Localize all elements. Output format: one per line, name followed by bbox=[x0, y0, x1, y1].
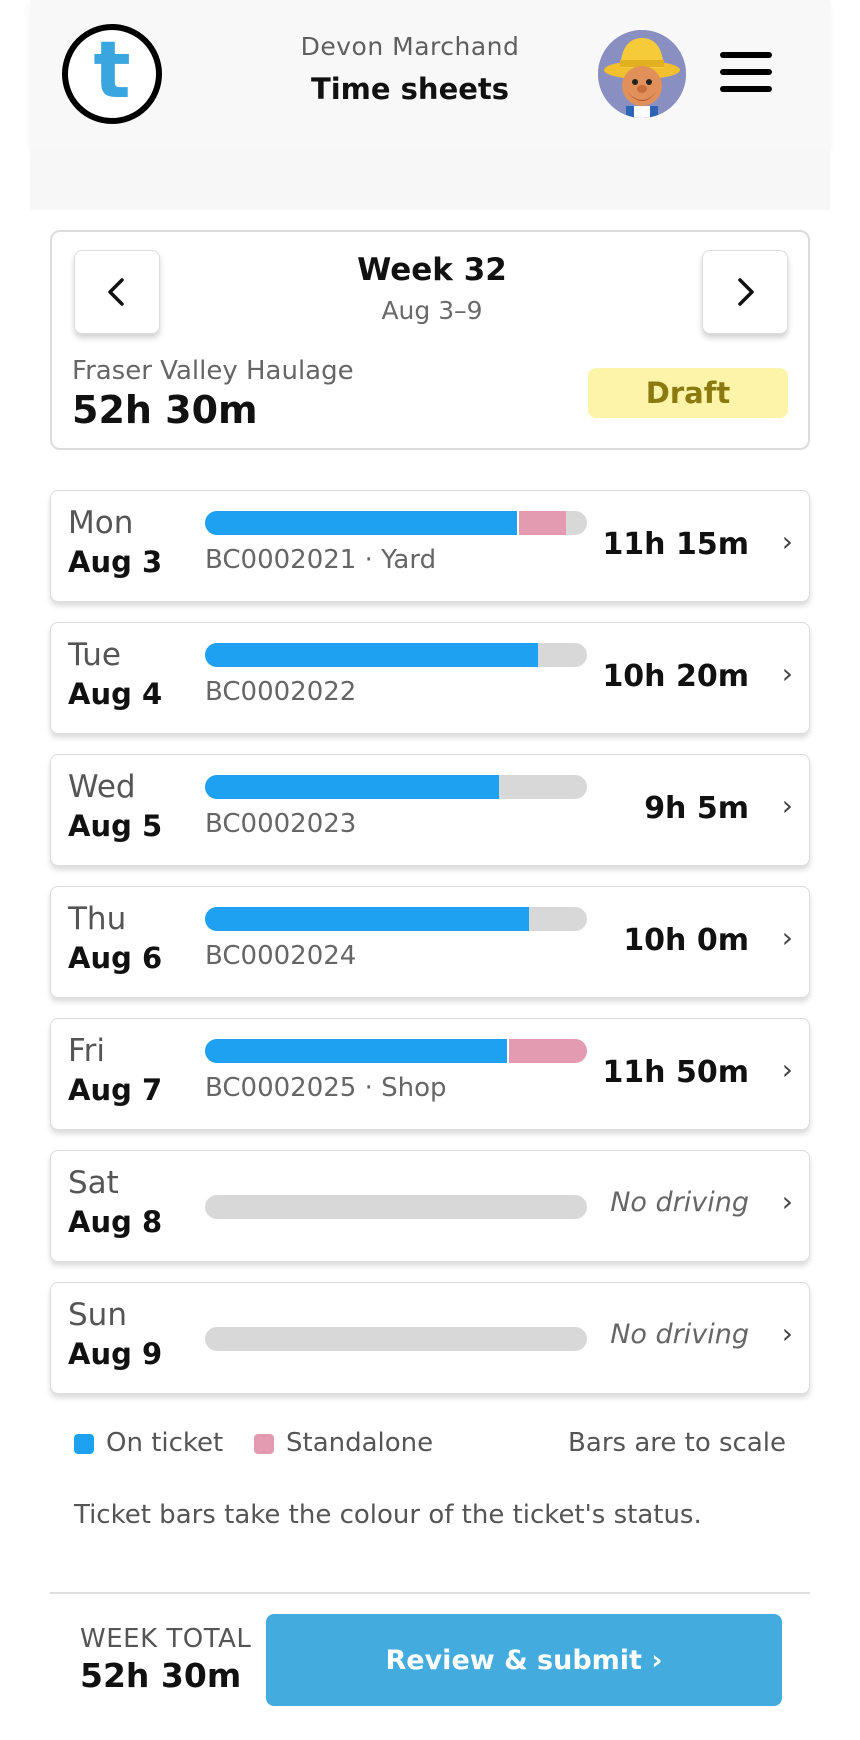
standalone-swatch bbox=[254, 1433, 274, 1454]
menu-button[interactable] bbox=[720, 52, 772, 92]
day-hours: 10h 20m bbox=[602, 659, 749, 694]
app-logo[interactable]: t bbox=[62, 24, 162, 124]
legend-label: On ticket bbox=[106, 1428, 224, 1458]
day-name: Sat bbox=[68, 1165, 119, 1201]
day-hours: 9h 5m bbox=[644, 791, 749, 826]
legend-label: Standalone bbox=[286, 1428, 434, 1458]
app-header: t Devon Marchand Time sheets bbox=[30, 0, 830, 148]
legend-scale-note: Bars are to scale bbox=[568, 1428, 786, 1458]
avatar[interactable] bbox=[598, 30, 686, 118]
ticket-reference: BC0002025 · Shop bbox=[205, 1073, 447, 1103]
review-submit-button[interactable]: Review & submit › bbox=[266, 1614, 782, 1706]
hours-bar bbox=[205, 1039, 587, 1063]
day-name: Sun bbox=[68, 1297, 127, 1333]
legend: On ticket Standalone Bars are to scale bbox=[74, 1428, 794, 1468]
legend-caption: Ticket bars take the colour of the ticke… bbox=[74, 1500, 702, 1530]
week-total-value: 52h 30m bbox=[80, 1656, 242, 1695]
chevron-right-icon: › bbox=[781, 921, 793, 954]
ticket-reference: BC0002022 bbox=[205, 677, 357, 707]
chevron-left-icon bbox=[108, 278, 124, 306]
on-ticket-segment bbox=[205, 643, 538, 667]
day-hours: 10h 0m bbox=[623, 923, 749, 958]
day-hours: 11h 50m bbox=[602, 1055, 749, 1090]
day-date: Aug 4 bbox=[68, 677, 163, 711]
chevron-right-icon: › bbox=[781, 789, 793, 822]
day-row-wed[interactable]: Wed Aug 5 BC0002023 9h 5m › bbox=[50, 754, 810, 866]
on-ticket-segment bbox=[205, 511, 518, 535]
week-range: Aug 3–9 bbox=[381, 296, 483, 325]
user-name: Devon Marchand bbox=[300, 32, 520, 61]
day-date: Aug 8 bbox=[68, 1205, 163, 1239]
day-date: Aug 9 bbox=[68, 1337, 163, 1371]
day-date: Aug 7 bbox=[68, 1073, 163, 1107]
day-date: Aug 6 bbox=[68, 941, 163, 975]
chevron-right-icon: › bbox=[781, 1053, 793, 1086]
divider bbox=[50, 1592, 810, 1594]
hours-bar bbox=[205, 907, 587, 931]
hours-bar bbox=[205, 1195, 587, 1219]
ticket-reference: BC0002021 · Yard bbox=[205, 545, 437, 575]
day-row-mon[interactable]: Mon Aug 3 BC0002021 · Yard 11h 15m › bbox=[50, 490, 810, 602]
no-driving-label: No driving bbox=[610, 1319, 749, 1350]
day-row-thu[interactable]: Thu Aug 6 BC0002024 10h 0m › bbox=[50, 886, 810, 998]
logo-letter: t bbox=[93, 26, 131, 116]
chevron-right-icon: › bbox=[781, 1317, 793, 1350]
previous-week-button[interactable] bbox=[74, 250, 160, 334]
chevron-right-icon bbox=[738, 278, 754, 306]
status-badge: Draft bbox=[588, 368, 788, 418]
on-ticket-segment bbox=[205, 775, 500, 799]
day-date: Aug 5 bbox=[68, 809, 163, 843]
day-name: Tue bbox=[68, 637, 121, 673]
week-summary-card: Week 32 Aug 3–9 Fraser Valley Haulage 52… bbox=[50, 230, 810, 450]
legend-standalone: Standalone bbox=[254, 1428, 433, 1458]
week-total-label: WEEK TOTAL bbox=[80, 1624, 252, 1654]
next-week-button[interactable] bbox=[702, 250, 788, 334]
day-name: Thu bbox=[68, 901, 127, 937]
header-band bbox=[30, 148, 830, 210]
day-row-fri[interactable]: Fri Aug 7 BC0002025 · Shop 11h 50m › bbox=[50, 1018, 810, 1130]
chevron-right-icon: › bbox=[781, 657, 793, 690]
ticket-reference: BC0002023 bbox=[205, 809, 357, 839]
day-row-sun[interactable]: Sun Aug 9 No driving › bbox=[50, 1282, 810, 1394]
week-title: Week 32 bbox=[357, 252, 507, 288]
chevron-right-icon: › bbox=[781, 525, 793, 558]
day-name: Fri bbox=[68, 1033, 105, 1069]
standalone-segment bbox=[506, 1039, 587, 1063]
legend-on-ticket: On ticket bbox=[74, 1428, 223, 1458]
hamburger-icon bbox=[720, 52, 772, 58]
week-total-hours: 52h 30m bbox=[72, 388, 258, 432]
day-row-sat[interactable]: Sat Aug 8 No driving › bbox=[50, 1150, 810, 1262]
hours-bar bbox=[205, 643, 587, 667]
no-driving-label: No driving bbox=[610, 1187, 749, 1218]
hours-bar bbox=[205, 511, 587, 535]
on-ticket-swatch bbox=[74, 1433, 94, 1454]
chevron-right-icon: › bbox=[781, 1185, 793, 1218]
day-date: Aug 3 bbox=[68, 545, 163, 579]
day-row-tue[interactable]: Tue Aug 4 BC0002022 10h 20m › bbox=[50, 622, 810, 734]
ticket-reference: BC0002024 bbox=[205, 941, 357, 971]
hours-bar bbox=[205, 1327, 587, 1351]
day-hours: 11h 15m bbox=[602, 527, 749, 562]
standalone-segment bbox=[517, 511, 566, 535]
day-name: Wed bbox=[68, 769, 136, 805]
on-ticket-segment bbox=[205, 1039, 507, 1063]
company-name: Fraser Valley Haulage bbox=[72, 356, 354, 386]
page-title: Time sheets bbox=[310, 72, 510, 106]
hours-bar bbox=[205, 775, 587, 799]
on-ticket-segment bbox=[205, 907, 529, 931]
day-name: Mon bbox=[68, 505, 134, 541]
